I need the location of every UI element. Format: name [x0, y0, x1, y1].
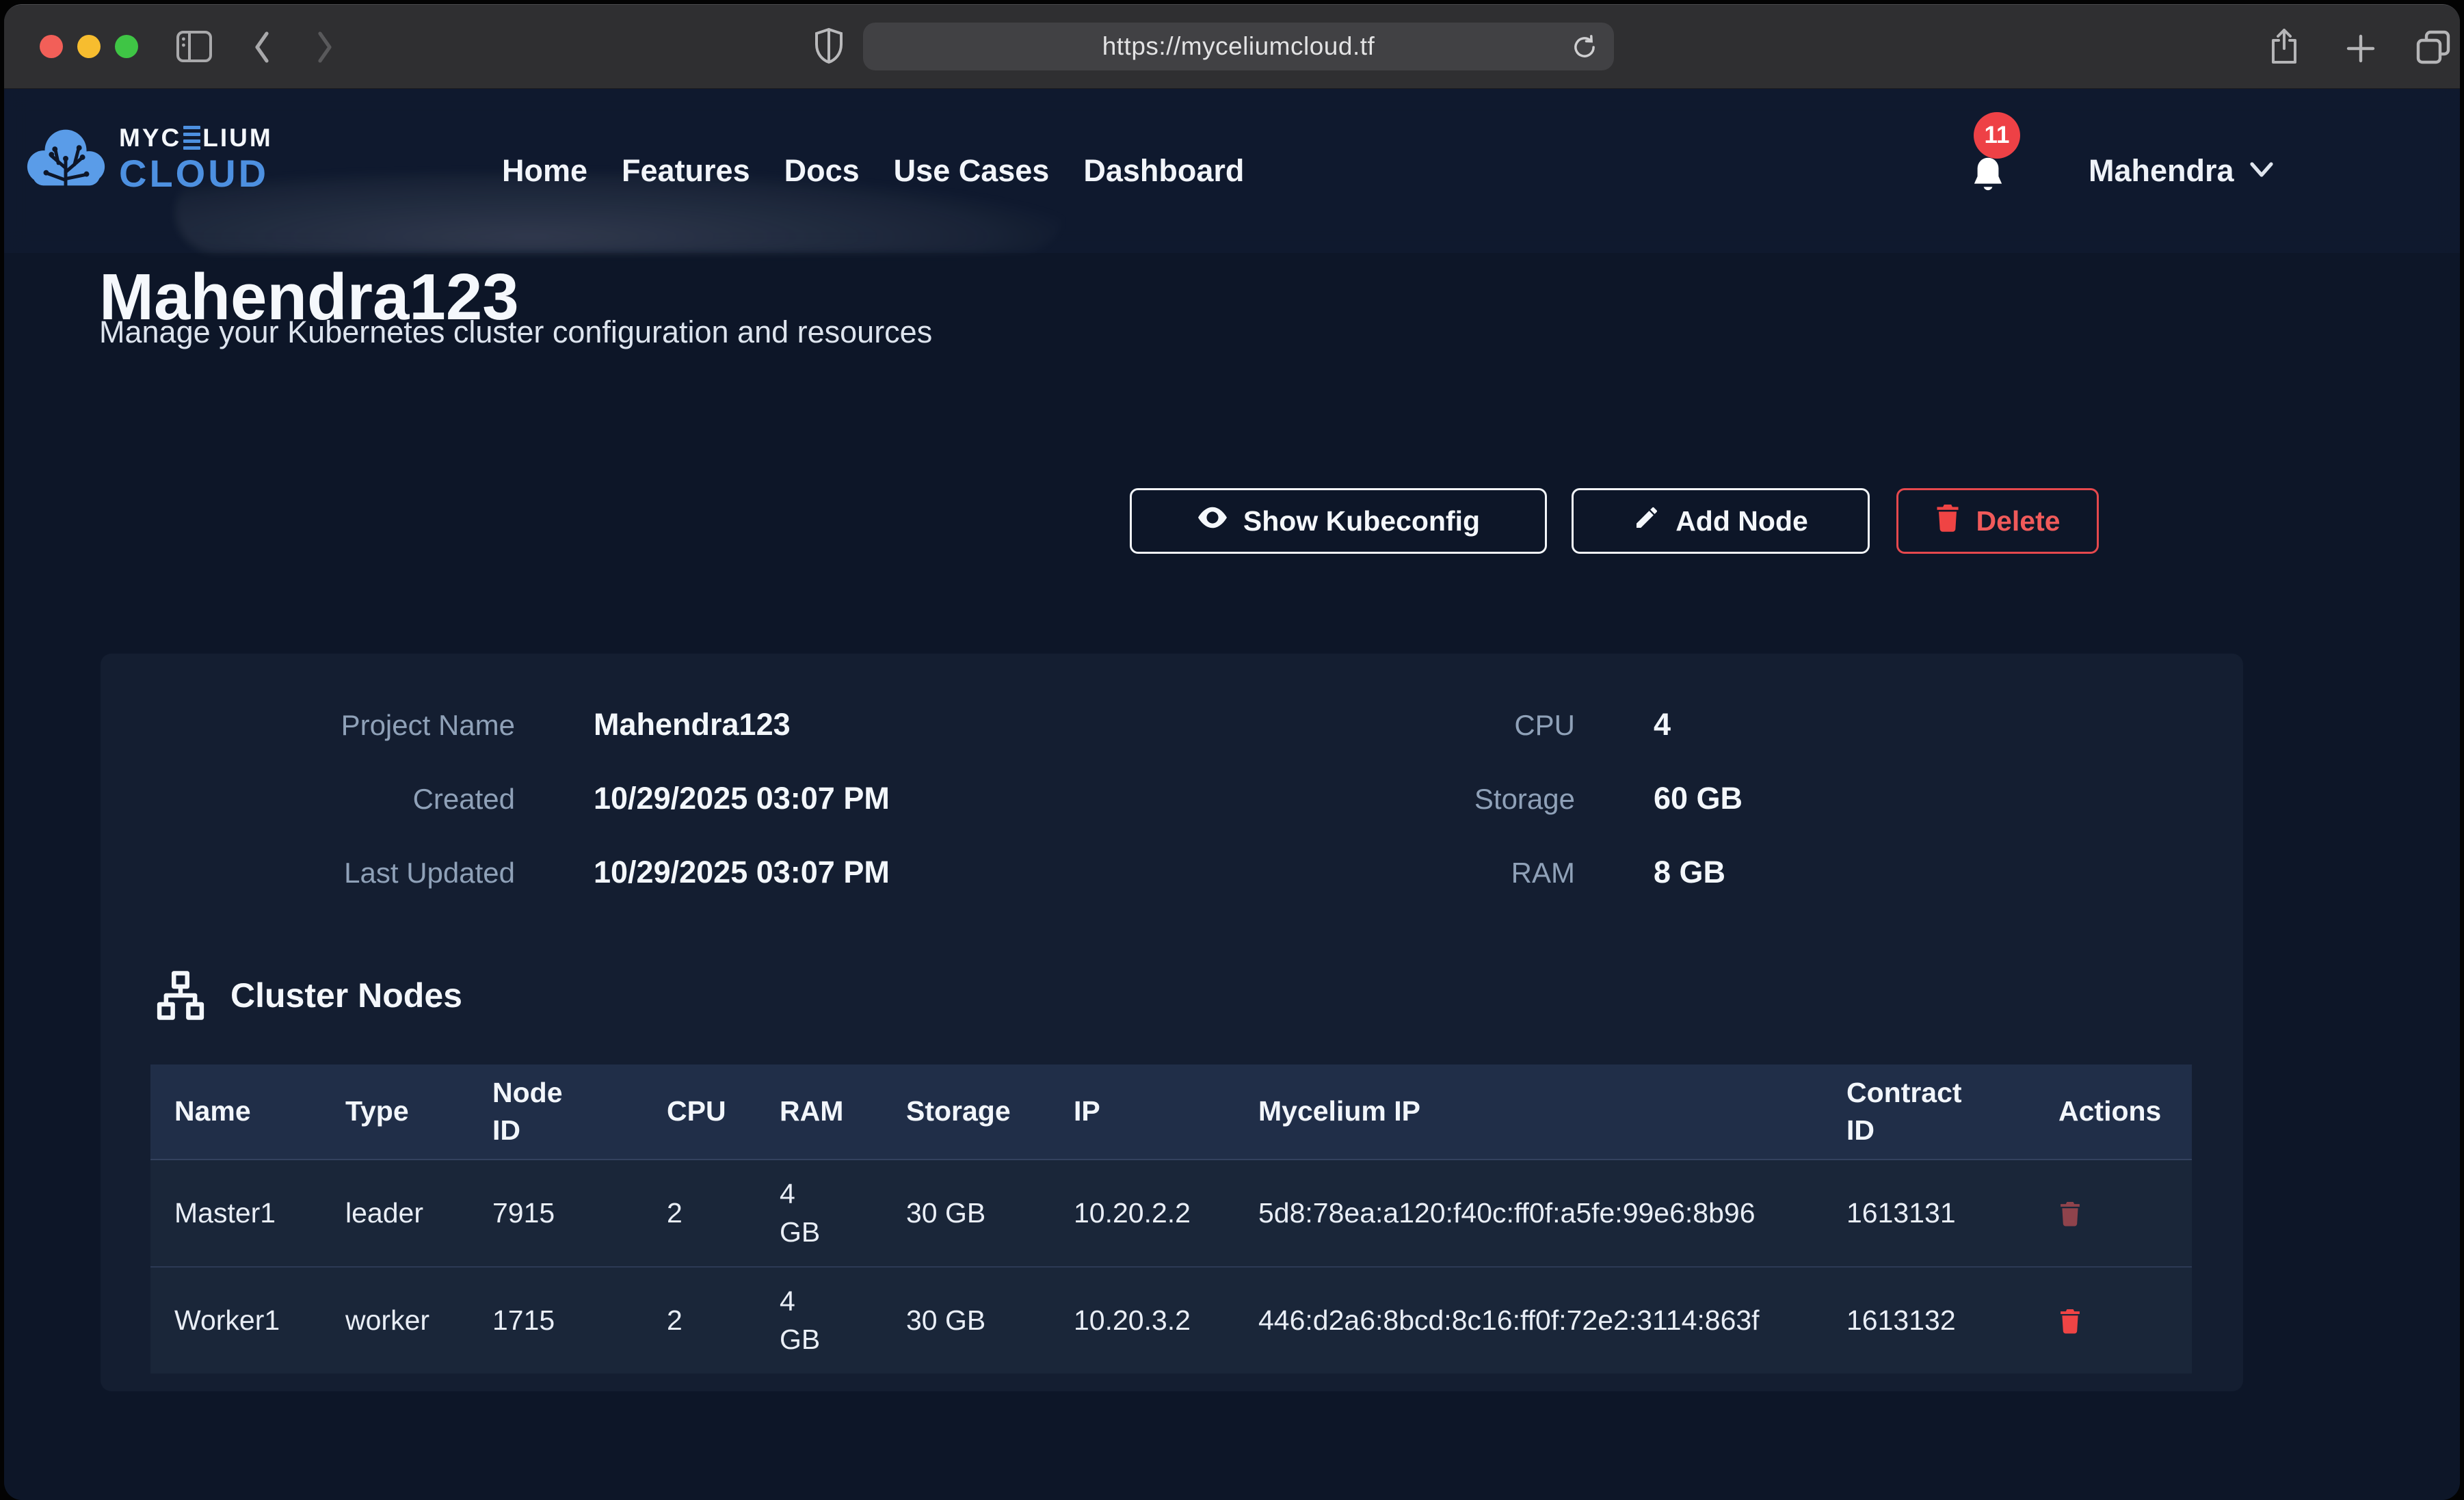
nav-item-dashboard[interactable]: Dashboard — [1083, 153, 1244, 189]
user-menu[interactable]: Mahendra — [2089, 89, 2275, 253]
col-contract-id: Contract ID — [1846, 1074, 1976, 1150]
logo-text-lium: LIUM — [202, 125, 272, 150]
cluster-details-panel: Project Name Mahendra123 Created 10/29/2… — [101, 654, 2243, 1391]
notifications-button[interactable]: 11 — [1968, 155, 2009, 200]
row2-name: Worker1 — [174, 1302, 280, 1339]
sitemap-icon — [154, 969, 207, 1022]
minimize-window-button[interactable] — [77, 35, 101, 58]
row1-ram: 4 GB — [780, 1175, 819, 1251]
url-text: https://myceliumcloud.tf — [1102, 32, 1375, 61]
notification-badge: 11 — [1974, 112, 2020, 159]
privacy-shield-icon[interactable] — [812, 27, 845, 68]
mycelium-cloud-logo[interactable]: MYC LIUM CLOUD — [22, 124, 273, 193]
delete-cluster-button[interactable]: Delete — [1896, 488, 2099, 554]
pencil-icon — [1633, 504, 1660, 538]
nodes-table: Name Type Node ID CPU RAM Storage IP Myc… — [150, 1064, 2192, 1374]
row1-storage: 30 GB — [906, 1194, 985, 1232]
show-kubeconfig-label: Show Kubeconfig — [1243, 505, 1480, 537]
eye-icon — [1197, 504, 1228, 538]
last-updated-label: Last Updated — [142, 857, 515, 889]
delete-label: Delete — [1976, 505, 2060, 537]
cluster-nodes-title: Cluster Nodes — [230, 976, 462, 1015]
new-tab-icon[interactable] — [2343, 31, 2379, 66]
browser-toolbar: https://myceliumcloud.tf — [4, 5, 2460, 89]
tab-overview-icon[interactable] — [2414, 28, 2452, 66]
bell-icon — [1968, 189, 2008, 201]
user-name: Mahendra — [2089, 153, 2234, 189]
zoom-window-button[interactable] — [115, 35, 138, 58]
row1-type: leader — [345, 1194, 423, 1232]
browser-window: https://myceliumcloud.tf — [4, 4, 2460, 1500]
row2-delete-node-button[interactable] — [2058, 1307, 2082, 1335]
nav-item-docs[interactable]: Docs — [784, 153, 860, 189]
row1-node-id: 7915 — [492, 1194, 555, 1232]
nav-item-features[interactable]: Features — [622, 153, 750, 189]
storage-value: 60 GB — [1654, 781, 1743, 816]
window-controls — [40, 35, 138, 58]
reload-icon[interactable] — [1570, 33, 1599, 65]
row2-ip: 10.20.3.2 — [1074, 1302, 1191, 1339]
sidebar-toggle-icon[interactable] — [175, 29, 213, 64]
created-label: Created — [142, 783, 515, 816]
add-node-label: Add Node — [1675, 505, 1808, 537]
row2-node-id: 1715 — [492, 1302, 555, 1339]
share-icon[interactable] — [2266, 27, 2302, 66]
table-row-worker1: Worker1 worker 1715 2 4 GB 30 GB 10.20.3… — [150, 1268, 2192, 1374]
chevron-down-icon — [2248, 160, 2275, 183]
storage-label: Storage — [1345, 783, 1575, 816]
logo-e-icon — [183, 126, 200, 150]
page-content: Mahendra123 Manage your Kubernetes clust… — [4, 89, 2460, 1500]
project-info-left: Project Name Mahendra123 Created 10/29/2… — [142, 707, 890, 928]
nav-item-home[interactable]: Home — [502, 153, 587, 189]
forward-button[interactable] — [310, 28, 338, 66]
row2-ram: 4 GB — [780, 1283, 819, 1358]
created-value: 10/29/2025 03:07 PM — [594, 781, 890, 816]
col-mycelium-ip: Mycelium IP — [1258, 1093, 1420, 1130]
cpu-value: 4 — [1654, 707, 1671, 742]
row2-type: worker — [345, 1302, 429, 1339]
main-nav: Home Features Docs Use Cases Dashboard — [502, 89, 1244, 253]
col-cpu: CPU — [667, 1093, 726, 1130]
close-window-button[interactable] — [40, 35, 63, 58]
ram-label: RAM — [1345, 857, 1575, 889]
row1-ip: 10.20.2.2 — [1074, 1194, 1191, 1232]
logo-text-myc: MYC — [119, 125, 181, 150]
table-row-master1: Master1 leader 7915 2 4 GB 30 GB 10.20.2… — [150, 1159, 2192, 1268]
cloud-logo-icon — [22, 124, 109, 193]
nodes-table-header: Name Type Node ID CPU RAM Storage IP Myc… — [150, 1064, 2192, 1159]
col-name: Name — [174, 1093, 251, 1130]
col-ram: RAM — [780, 1093, 843, 1130]
logo-text-cloud: CLOUD — [119, 155, 273, 193]
col-type: Type — [345, 1093, 409, 1130]
col-storage: Storage — [906, 1093, 1011, 1130]
ram-value: 8 GB — [1654, 855, 1725, 890]
col-ip: IP — [1074, 1093, 1100, 1130]
cpu-label: CPU — [1345, 709, 1575, 742]
address-bar[interactable]: https://myceliumcloud.tf — [863, 23, 1614, 70]
page-title: Mahendra123 — [99, 265, 519, 330]
show-kubeconfig-button[interactable]: Show Kubeconfig — [1130, 488, 1547, 554]
project-name-label: Project Name — [142, 709, 515, 742]
row2-cpu: 2 — [667, 1302, 683, 1339]
col-actions: Actions — [2058, 1093, 2161, 1130]
trash-icon — [1935, 503, 1961, 539]
row2-storage: 30 GB — [906, 1302, 985, 1339]
project-name-value: Mahendra123 — [594, 707, 791, 742]
site-navbar: MYC LIUM CLOUD Home Features Docs Use Cas… — [4, 89, 2460, 253]
back-button[interactable] — [249, 28, 276, 66]
cluster-nodes-heading: Cluster Nodes — [154, 969, 462, 1022]
logo-wordmark: MYC LIUM CLOUD — [119, 125, 273, 193]
row1-delete-node-button[interactable] — [2058, 1200, 2082, 1227]
col-node-id: Node ID — [492, 1074, 585, 1150]
row1-mycelium-ip: 5d8:78ea:a120:f40c:ff0f:a5fe:99e6:8b96 — [1258, 1193, 1756, 1233]
project-info-right: CPU 4 Storage 60 GB RAM 8 GB — [1345, 707, 1743, 928]
row1-cpu: 2 — [667, 1194, 683, 1232]
row1-name: Master1 — [174, 1194, 276, 1232]
last-updated-value: 10/29/2025 03:07 PM — [594, 855, 890, 890]
add-node-button[interactable]: Add Node — [1572, 488, 1870, 554]
row2-mycelium-ip: 446:d2a6:8bcd:8c16:ff0f:72e2:3114:863f — [1258, 1300, 1760, 1341]
nav-item-use-cases[interactable]: Use Cases — [894, 153, 1050, 189]
row2-contract-id: 1613132 — [1846, 1302, 1956, 1339]
row1-contract-id: 1613131 — [1846, 1194, 1956, 1232]
